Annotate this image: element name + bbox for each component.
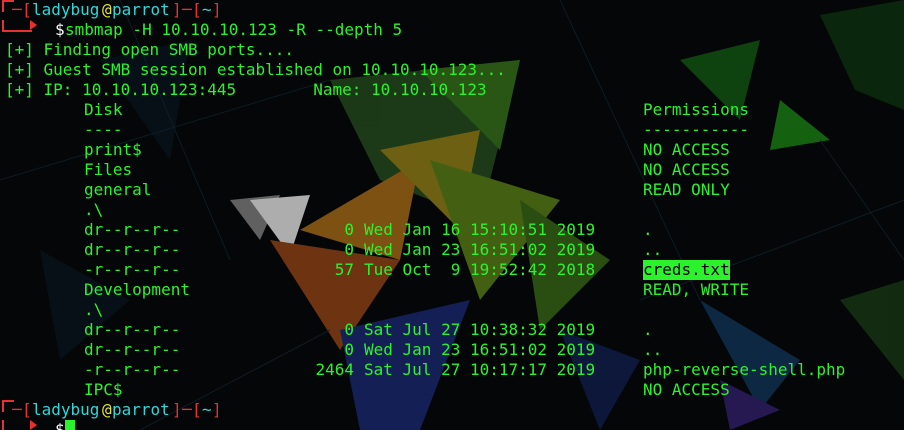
cursor-block-icon[interactable] [65, 420, 75, 430]
command-line: $ smbmap -H 10.10.10.123 -R --depth 5 [0, 20, 904, 40]
prompt-user: ladybug [32, 0, 100, 19]
prompt-frame [2, 420, 32, 430]
input-line[interactable]: $ [0, 420, 904, 430]
terminal-output: ─ [ ladybug @ parrot ] ─ [ ~ ] $ smbmap … [0, 0, 904, 430]
prompt-host: parrot [112, 0, 170, 19]
share-row: print$ NO ACCESS [0, 140, 904, 160]
prompt-dir: ~ [202, 0, 212, 19]
file-mode: -r--r--r-- [84, 260, 181, 279]
share-name: general [84, 180, 152, 199]
file-name: . [643, 320, 653, 339]
share-row: Files NO ACCESS [0, 160, 904, 180]
file-date: Sat Jul 27 10:38:32 2019 [364, 320, 596, 339]
share-permission: READ ONLY [643, 180, 730, 199]
file-entry-row: -r--r--r-- 2464 Sat Jul 27 10:17:17 2019… [0, 360, 904, 380]
prompt-host: parrot [112, 400, 170, 419]
prompt-bracket: ] [212, 400, 222, 419]
disk-header: Disk [84, 100, 123, 119]
prompt-at: @ [102, 400, 112, 419]
prompt-line: ─ [ ladybug @ parrot ] ─ [ ~ ] [0, 0, 904, 20]
share-permission: READ, WRITE [643, 280, 749, 299]
prompt-dir: ~ [202, 400, 212, 419]
file-name: .. [643, 340, 663, 359]
share-permission: NO ACCESS [643, 160, 730, 179]
file-name: . [643, 220, 653, 239]
prompt-dollar: $ [55, 20, 65, 39]
prompt-bracket: [ [22, 0, 32, 19]
table-header: Disk Permissions [0, 100, 904, 120]
prompt-dash: ─ [12, 0, 22, 19]
file-entry-row: dr--r--r-- 0 Wed Jan 23 16:51:02 2019 .. [0, 240, 904, 260]
file-date: Wed Jan 23 16:51:02 2019 [364, 340, 596, 359]
file-name: php-reverse-shell.php [643, 360, 846, 379]
table-rule: ---- ----------- [84, 120, 749, 139]
prompt-bracket: ] [212, 0, 222, 19]
prompt-arrow-icon [30, 20, 37, 30]
share-row: Development READ, WRITE [0, 280, 904, 300]
info-line: [+] Guest SMB session established on 10.… [5, 60, 506, 79]
path-row: .\ [0, 200, 904, 220]
file-date: Tue Oct 9 19:52:42 2018 [364, 260, 596, 279]
share-name: Files [84, 160, 133, 179]
prompt-bracket: [ [192, 0, 202, 19]
share-row: IPC$ NO ACCESS [0, 380, 904, 400]
file-entry-row: dr--r--r-- 0 Wed Jan 16 15:10:51 2019 . [0, 220, 904, 240]
prompt-dollar: $ [55, 420, 65, 430]
share-row: general READ ONLY [0, 180, 904, 200]
prompt-bracket: [ [22, 400, 32, 419]
prompt-dash: ─ [12, 400, 22, 419]
info-line: [+] IP: 10.10.10.123:445 Name: 10.10.10.… [5, 80, 487, 99]
file-size: 0 [344, 340, 354, 359]
file-entry-row: dr--r--r-- 0 Sat Jul 27 10:38:32 2019 . [0, 320, 904, 340]
file-date: Wed Jan 16 15:10:51 2019 [364, 220, 596, 239]
path-name: .\ [84, 200, 104, 219]
file-date: Sat Jul 27 10:17:17 2019 [364, 360, 596, 379]
file-size: 2464 [315, 360, 354, 379]
prompt-user: ladybug [32, 400, 100, 419]
file-mode: dr--r--r-- [84, 340, 181, 359]
path-name: .\ [84, 300, 104, 319]
share-permission: NO ACCESS [643, 140, 730, 159]
file-mode: dr--r--r-- [84, 240, 181, 259]
path-row: .\ [0, 300, 904, 320]
prompt-bracket: ] [172, 400, 182, 419]
file-mode: -r--r--r-- [84, 360, 181, 379]
file-name: .. [643, 240, 663, 259]
prompt-dash: ─ [182, 0, 192, 19]
prompt-dash: ─ [182, 400, 192, 419]
share-name: IPC$ [84, 380, 123, 399]
file-date: Wed Jan 23 16:51:02 2019 [364, 240, 596, 259]
prompt-bracket: ] [172, 0, 182, 19]
file-mode: dr--r--r-- [84, 220, 181, 239]
permissions-header: Permissions [643, 100, 749, 119]
prompt-at: @ [102, 0, 112, 19]
file-size: 57 [334, 260, 354, 279]
file-entry-row: dr--r--r-- 0 Wed Jan 23 16:51:02 2019 .. [0, 340, 904, 360]
terminal-window[interactable]: ─ [ ladybug @ parrot ] ─ [ ~ ] $ smbmap … [0, 0, 904, 430]
share-name: print$ [84, 140, 142, 159]
prompt-bracket: [ [192, 400, 202, 419]
prompt-arrow-icon [30, 420, 37, 430]
file-size: 0 [344, 240, 354, 259]
share-name: Development [84, 280, 190, 299]
file-mode: dr--r--r-- [84, 320, 181, 339]
share-permission: NO ACCESS [643, 380, 730, 399]
file-entry-row: -r--r--r-- 57 Tue Oct 9 19:52:42 2018 cr… [0, 260, 904, 280]
prompt-frame [2, 20, 32, 32]
file-name-highlighted[interactable]: creds.txt [643, 260, 730, 280]
prompt-line: ─ [ ladybug @ parrot ] ─ [ ~ ] [0, 400, 904, 420]
file-size: 0 [344, 220, 354, 239]
info-line: [+] Finding open SMB ports.... [5, 40, 294, 59]
command-text: smbmap -H 10.10.10.123 -R --depth 5 [65, 20, 403, 39]
file-size: 0 [344, 320, 354, 339]
